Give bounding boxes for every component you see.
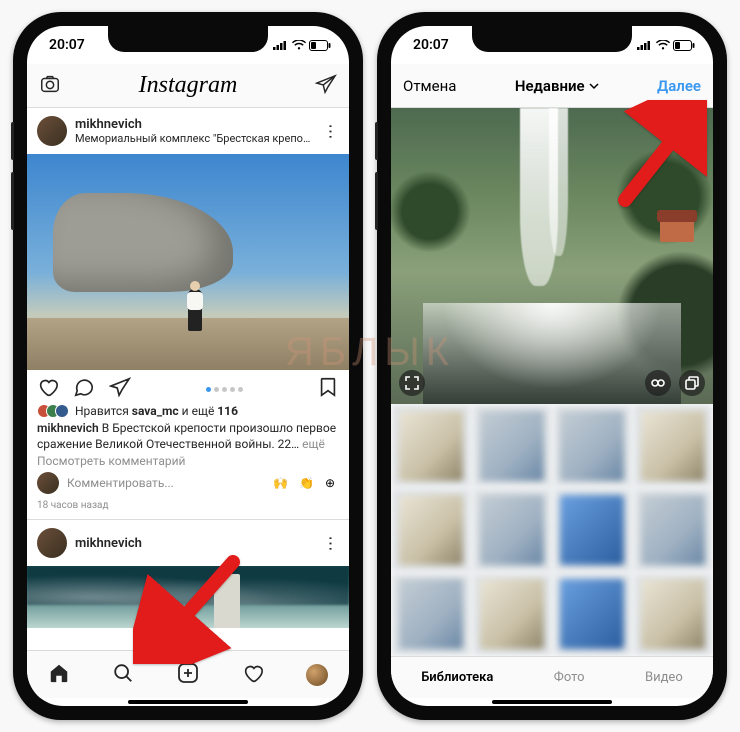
like-avatars: [37, 404, 69, 418]
picker-header: Отмена Недавние Далее: [391, 64, 713, 108]
boomerang-icon[interactable]: [645, 370, 671, 396]
post2-header[interactable]: mikhnevich ⋯: [27, 519, 349, 566]
post-timestamp: 18 часов назад: [27, 498, 349, 519]
status-indicators: [637, 40, 695, 51]
wifi-icon: [292, 40, 306, 50]
caption-user[interactable]: mikhnevich: [37, 421, 99, 435]
ig-header: Instagram: [27, 64, 349, 108]
expand-icon[interactable]: [399, 370, 425, 396]
picker-tab-photo[interactable]: Фото: [554, 670, 585, 685]
album-selector[interactable]: Недавние: [515, 77, 599, 95]
post-username[interactable]: mikhnevich: [75, 536, 142, 551]
post-actions: [27, 370, 349, 404]
picker-tab-library[interactable]: Библиотека: [421, 670, 493, 685]
more-icon[interactable]: ⋯: [322, 535, 341, 551]
grid-thumb[interactable]: [633, 404, 713, 487]
status-indicators: [273, 40, 331, 51]
camera-icon[interactable]: [39, 73, 61, 99]
photo-grid[interactable]: [391, 404, 713, 656]
feed[interactable]: mikhnevich Мемориальный комплекс "Брестс…: [27, 108, 349, 650]
grid-thumb[interactable]: [553, 404, 633, 487]
wifi-icon: [656, 40, 670, 50]
picker-tab-video[interactable]: Видео: [645, 670, 683, 685]
view-comments[interactable]: Посмотреть комментарий: [27, 452, 349, 468]
dm-icon[interactable]: [315, 73, 337, 99]
battery-icon: [309, 40, 331, 51]
home-indicator: [27, 698, 349, 706]
post-username[interactable]: mikhnevich: [75, 117, 315, 132]
signal-icon: [273, 40, 289, 50]
tab-search[interactable]: [112, 662, 134, 688]
grid-thumb[interactable]: [633, 573, 713, 656]
avatar[interactable]: [37, 116, 67, 146]
album-label: Недавние: [515, 77, 585, 95]
grid-thumb[interactable]: [391, 488, 471, 571]
carousel-dots: [145, 387, 303, 392]
post-caption[interactable]: mikhnevich В Брестской крепости произошл…: [27, 418, 349, 452]
grid-thumb[interactable]: [472, 573, 552, 656]
next-button[interactable]: Далее: [657, 77, 701, 95]
grid-thumb[interactable]: [553, 573, 633, 656]
caption-more[interactable]: ещё: [302, 437, 325, 451]
post2-image[interactable]: [27, 566, 349, 628]
tab-home[interactable]: [48, 662, 70, 688]
signal-icon: [637, 40, 653, 50]
my-avatar: [37, 472, 59, 494]
notch: [108, 26, 268, 52]
grid-thumb[interactable]: [633, 488, 713, 571]
tab-bar: [27, 650, 349, 698]
status-time: 20:07: [413, 37, 449, 53]
left-phone: 20:07 Instagram: [13, 12, 363, 720]
likes-count[interactable]: 116: [217, 404, 238, 418]
instagram-logo: Instagram: [139, 72, 238, 99]
grid-thumb[interactable]: [391, 404, 471, 487]
left-screen: 20:07 Instagram: [27, 26, 349, 706]
likes-row[interactable]: Нравится sava_mc и ещё 116: [27, 404, 349, 418]
likes-name[interactable]: sava_mc: [132, 404, 179, 418]
post-image[interactable]: [27, 154, 349, 370]
share-icon[interactable]: [109, 376, 131, 402]
cancel-button[interactable]: Отмена: [403, 77, 456, 95]
notch: [472, 26, 632, 52]
post-header[interactable]: mikhnevich Мемориальный комплекс "Брестс…: [27, 108, 349, 154]
tab-profile[interactable]: [306, 664, 328, 686]
home-indicator: [391, 698, 713, 706]
save-icon[interactable]: [317, 376, 339, 402]
battery-icon: [673, 40, 695, 51]
grid-thumb[interactable]: [472, 404, 552, 487]
grid-thumb[interactable]: [391, 573, 471, 656]
grid-thumb[interactable]: [553, 488, 633, 571]
add-comment[interactable]: Комментировать... 🙌 👏 ⊕: [27, 468, 349, 498]
multi-select-icon[interactable]: [679, 370, 705, 396]
status-time: 20:07: [49, 37, 85, 53]
like-icon[interactable]: [37, 376, 59, 402]
more-icon[interactable]: ⋯: [322, 123, 341, 139]
tab-activity[interactable]: [242, 662, 264, 688]
likes-and: и ещё: [182, 404, 215, 418]
picker-tabs: Библиотека Фото Видео: [391, 656, 713, 698]
quick-emoji[interactable]: 🙌 👏 ⊕: [273, 476, 339, 490]
photo-preview[interactable]: [391, 108, 713, 404]
likes-prefix: Нравится: [75, 404, 129, 418]
post-location[interactable]: Мемориальный комплекс "Брестская крепост…: [75, 132, 315, 145]
right-screen: 20:07 Отмена Недавние Далее: [391, 26, 713, 706]
comment-placeholder[interactable]: Комментировать...: [67, 476, 265, 490]
comment-icon[interactable]: [73, 376, 95, 402]
avatar[interactable]: [37, 528, 67, 558]
chevron-down-icon: [589, 81, 599, 91]
right-phone: 20:07 Отмена Недавние Далее: [377, 12, 727, 720]
tab-add[interactable]: [176, 661, 200, 689]
grid-thumb[interactable]: [472, 488, 552, 571]
